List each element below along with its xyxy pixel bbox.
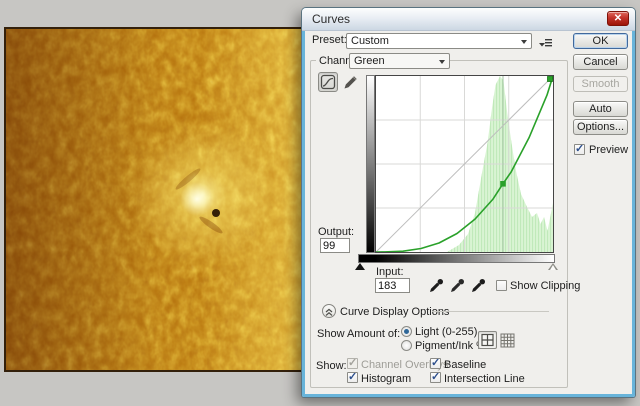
show-clipping-checkbox[interactable]	[496, 280, 507, 291]
light-radio-label: Light (0-255)	[415, 326, 477, 338]
pencil-tool-button[interactable]	[342, 73, 360, 91]
close-icon: ✕	[614, 13, 622, 24]
show-amount-label: Show Amount of:	[317, 328, 400, 340]
baseline-checkbox[interactable]	[430, 358, 441, 369]
simple-grid-button[interactable]	[478, 331, 497, 349]
sun-image	[4, 27, 309, 372]
sun-texture	[6, 29, 307, 370]
chevron-down-icon	[521, 40, 527, 44]
preview-label: Preview	[589, 144, 628, 156]
collapse-section-button[interactable]	[322, 304, 336, 318]
dialog-titlebar[interactable]: Curves ✕	[302, 8, 635, 31]
simple-grid-icon	[479, 332, 496, 348]
black-point-eyedropper[interactable]	[428, 277, 445, 294]
histogram-checkbox[interactable]	[347, 372, 358, 383]
input-label: Input:	[376, 266, 404, 278]
pigment-ink-radio[interactable]	[401, 340, 412, 351]
preview-checkbox[interactable]	[574, 144, 585, 155]
section-divider	[432, 311, 549, 312]
show-label: Show:	[316, 360, 347, 372]
white-point-eyedropper[interactable]	[470, 277, 487, 294]
light-radio[interactable]	[401, 326, 412, 337]
channel-dropdown[interactable]: Green	[349, 53, 450, 69]
preset-dropdown[interactable]: Custom	[346, 33, 532, 49]
channel-overlays-checkbox	[347, 358, 358, 369]
curve-icon	[319, 73, 337, 91]
gray-point-eyedropper[interactable]	[449, 277, 466, 294]
curve-plot	[376, 76, 553, 252]
baseline-label: Baseline	[444, 359, 486, 371]
output-gradient-bar	[366, 75, 375, 253]
input-gradient-bar	[358, 254, 555, 263]
curves-dialog: Curves ✕ Preset: Custom OK Cancel Smooth…	[302, 8, 635, 397]
show-clipping-label: Show Clipping	[510, 280, 580, 292]
detailed-grid-button[interactable]	[500, 333, 515, 348]
edit-points-tool-button[interactable]	[318, 72, 338, 92]
highlight-input-slider-face	[550, 265, 556, 270]
close-button[interactable]: ✕	[607, 11, 629, 26]
preset-value: Custom	[351, 35, 389, 47]
dialog-title: Curves	[312, 12, 350, 26]
channel-value: Green	[354, 55, 385, 67]
curve-display-options-header: Curve Display Options	[340, 306, 449, 318]
curve-grid[interactable]	[375, 75, 554, 253]
input-field[interactable]	[375, 278, 410, 293]
histogram-label: Histogram	[361, 373, 411, 385]
double-chevron-up-icon	[323, 306, 335, 318]
intersection-line-checkbox[interactable]	[430, 372, 441, 383]
output-label: Output:	[318, 226, 354, 238]
screen: Curves ✕ Preset: Custom OK Cancel Smooth…	[0, 0, 640, 406]
curve-point-handle[interactable]	[500, 181, 506, 187]
ok-button[interactable]: OK	[573, 33, 628, 49]
intersection-line-label: Intersection Line	[444, 373, 525, 385]
chevron-down-icon	[439, 60, 445, 64]
pencil-icon	[342, 73, 360, 91]
options-button[interactable]: Options...	[573, 119, 628, 135]
preset-menu-icon[interactable]	[538, 37, 553, 50]
smooth-button: Smooth	[573, 76, 628, 92]
shadow-input-slider[interactable]	[355, 263, 365, 270]
auto-button[interactable]: Auto	[573, 101, 628, 117]
preset-label: Preset:	[312, 34, 347, 46]
output-field[interactable]	[320, 238, 350, 253]
sunspot	[212, 209, 220, 217]
curve-endpoint-handle[interactable]	[548, 77, 553, 82]
cancel-button[interactable]: Cancel	[573, 54, 628, 70]
pigment-ink-radio-label: Pigment/Ink %	[415, 340, 486, 352]
